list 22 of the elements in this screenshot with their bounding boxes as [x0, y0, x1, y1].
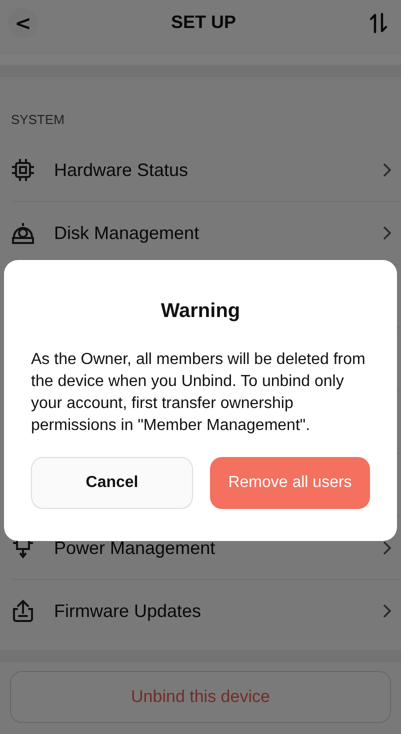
- sort-icon[interactable]: [368, 12, 389, 34]
- dialog-title: Warning: [160, 300, 242, 323]
- page-title: SET UP: [170, 12, 236, 33]
- settings-item[interactable]: Firmware Updates: [11, 580, 401, 642]
- chevron-icon: [383, 226, 391, 240]
- chevron-icon: [383, 541, 391, 555]
- chevron-icon: [383, 604, 391, 618]
- section-title: SYSTEM: [11, 112, 64, 127]
- item-label: Firmware Updates: [54, 600, 202, 622]
- unbind-button[interactable]: Unbind this device: [10, 671, 391, 723]
- chip-icon: [11, 158, 35, 182]
- cancel-button[interactable]: Cancel: [31, 457, 193, 509]
- disk-icon: [11, 221, 35, 245]
- back-button[interactable]: <: [8, 8, 38, 38]
- dialog-message: As the Owner, all members will be deleted from the device when you Unbind. To unbind only your account, first transfer ownership permissions in "Member Management".: [31, 350, 366, 436]
- item-label: Hardware Status: [54, 160, 190, 180]
- settings-item[interactable]: Hardware Status: [11, 139, 401, 202]
- remove-users-button[interactable]: Remove all users: [210, 457, 370, 509]
- item-label: Power Management: [54, 538, 216, 558]
- item-label: Disk Management: [54, 222, 200, 244]
- upload-icon: [11, 599, 35, 623]
- chevron-icon: [383, 163, 391, 177]
